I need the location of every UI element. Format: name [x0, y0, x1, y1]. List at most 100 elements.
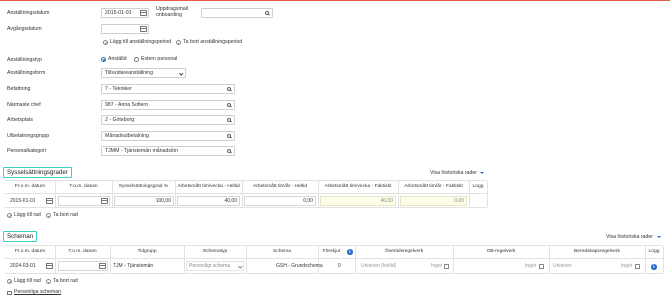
narmaste-chef-value: 987 - Anna Sofiero: [105, 102, 148, 108]
lagg-till-period-button[interactable]: Lägg till anställningsperiod: [110, 39, 171, 46]
syssel-history-link[interactable]: Visa historiska rader: [430, 170, 477, 176]
search-icon[interactable]: [265, 10, 269, 15]
arbetsplats-label: Arbetsplats: [7, 117, 33, 123]
search-icon[interactable]: [227, 86, 231, 91]
syssel-remove-row-button[interactable]: Ta bort rad: [53, 212, 78, 219]
syssel-row-bottom-border: [5, 207, 487, 208]
scheman-col-from: Fr.o.m. datum: [14, 249, 46, 254]
scheman-row-schema: GSH - Grundschema: [276, 263, 323, 269]
col-divider: [175, 181, 176, 207]
scheman-col-schema: Schema: [273, 249, 291, 254]
scheman-title: Scheman: [3, 231, 38, 242]
info-icon[interactable]: i: [347, 249, 353, 255]
scheman-col-to: T.o.m. datum: [68, 249, 97, 254]
anstalld-radio[interactable]: [101, 57, 106, 62]
avgangsdatum-field[interactable]: [101, 24, 149, 34]
personalkategori-field[interactable]: TJMM - Tjänstemän månadslön: [101, 146, 235, 156]
ob-inget-checkbox[interactable]: [539, 264, 544, 269]
scheman-remove-row-button[interactable]: Ta bort rad: [53, 278, 78, 285]
scheman-history-link[interactable]: Visa historiska rader: [606, 234, 653, 240]
anstallningsdatum-field[interactable]: 2015-01-01: [101, 8, 149, 18]
arbetsplats-field[interactable]: 2 - Göteborg: [101, 115, 235, 125]
col-divider: [55, 181, 56, 207]
col-divider: [398, 181, 399, 207]
beredskap-inget-checkbox[interactable]: [635, 264, 640, 269]
syssel-header-bottom-border: [5, 193, 487, 194]
scheman-col-schematyp: Schematyp: [202, 249, 228, 254]
utbetalningsgrupp-field[interactable]: Månadsutbetalning: [101, 131, 235, 141]
scheman-row-to-field[interactable]: [58, 261, 108, 271]
search-icon[interactable]: [227, 117, 231, 122]
syssel-col-to: T.o.m. datum: [69, 184, 98, 189]
anstallningsform-label: Anställningsform: [7, 70, 46, 76]
ta-bort-period-button[interactable]: Ta bort anställningsperiod: [183, 39, 242, 46]
scheman-col-overtid: Övertidsregelverk: [384, 249, 424, 254]
scheman-col-logg: Logg: [648, 249, 660, 254]
befattning-label: Befattning: [7, 86, 31, 92]
syssel-row-vecka-heltid-value: 40,00: [224, 198, 237, 204]
scheman-row-overtid-value: Unionen (heltid): [361, 263, 397, 269]
remove-circle-icon[interactable]: [46, 279, 51, 284]
scheman-add-row-button[interactable]: Lägg till rad: [14, 278, 41, 285]
calendar-icon[interactable]: [101, 198, 108, 204]
syssel-add-row-button[interactable]: Lägg till rad: [14, 212, 41, 219]
syssel-row-grad-field[interactable]: 100,00: [114, 196, 174, 206]
caret-down-icon[interactable]: [480, 172, 484, 174]
personliga-scheman-link[interactable]: Personliga scheman: [14, 289, 61, 295]
calendar-icon[interactable]: [140, 10, 147, 16]
calendar-icon[interactable]: [46, 263, 53, 269]
calendar-icon[interactable]: [99, 263, 106, 269]
syssel-row-ar-faktiskt-field[interactable]: 0,00: [400, 196, 467, 206]
scheman-row-schematyp-select[interactable]: Personligt schema: [186, 261, 244, 271]
utbetalningsgrupp-value: Månadsutbetalning: [105, 133, 149, 139]
top-accent-line: [0, 0, 670, 1]
search-icon[interactable]: [227, 148, 231, 153]
anstallningsform-select[interactable]: Tillsvidareanställning: [101, 68, 186, 78]
extern-radio-label: Extern personal: [141, 56, 178, 62]
befattning-field[interactable]: 7 - Tekniker: [101, 84, 235, 94]
syssel-col-logg: Logg: [472, 184, 484, 189]
syssel-col-grad: Sysselsättningsgrad %: [118, 184, 169, 189]
anstallningstyp-label: Anställningstyp: [7, 57, 42, 63]
overtid-inget-checkbox[interactable]: [444, 264, 449, 269]
remove-circle-icon[interactable]: [176, 40, 181, 45]
info-icon[interactable]: i: [651, 264, 657, 270]
scheman-col-forskjut: Förskjut: [322, 249, 341, 254]
col-divider: [112, 181, 113, 207]
calendar-icon[interactable]: [140, 26, 147, 32]
personalkategori-label: Personalkategori: [7, 148, 46, 154]
syssel-row-from[interactable]: 2015-01-01: [10, 196, 36, 206]
search-icon[interactable]: [227, 102, 231, 107]
scheman-row-ob-inget: Inget: [525, 263, 537, 269]
anstallningsdatum-value: 2015-01-01: [105, 10, 132, 16]
col-divider: [663, 246, 664, 273]
caret-down-icon[interactable]: [657, 236, 661, 238]
scheman-row-tidgrupp: TJM - Tjänstemän: [113, 263, 154, 269]
syssel-row-to-field[interactable]: [58, 196, 110, 206]
remove-circle-icon[interactable]: [46, 213, 51, 218]
befattning-value: 7 - Tekniker: [105, 86, 132, 92]
scheman-row-bottom-border: [5, 273, 663, 274]
syssel-col-vecka-faktiskt: Arbetsmått tim/vecka - Faktiskt: [324, 184, 392, 189]
extern-radio[interactable]: [134, 57, 139, 62]
add-circle-icon[interactable]: [7, 279, 12, 284]
add-circle-icon[interactable]: [7, 213, 12, 218]
scheman-row-beredskap-inget: Inget: [621, 263, 633, 269]
scheman-row-schematyp-value: Personligt schema: [189, 263, 231, 269]
calendar-icon[interactable]: [46, 198, 53, 204]
syssel-row-vecka-faktiskt-field[interactable]: 40,00: [320, 196, 396, 206]
anstallningsform-value: Tillsvidareanställning: [105, 70, 153, 76]
scheman-row-overtid-inget: Inget: [431, 263, 443, 269]
syssel-row-vecka-heltid-field[interactable]: 40,00: [177, 196, 240, 206]
col-divider: [242, 181, 243, 207]
uppdragsmail-search-field[interactable]: [201, 8, 273, 18]
syssel-col-from: Fr.o.m. datum: [14, 184, 46, 189]
search-icon[interactable]: [227, 133, 231, 138]
add-circle-icon[interactable]: [103, 40, 108, 45]
narmaste-chef-field[interactable]: 987 - Anna Sofiero: [101, 100, 235, 110]
scheman-row-from[interactable]: 2024-03-01: [10, 261, 36, 271]
syssel-row-ar-heltid-field[interactable]: 0,00: [244, 196, 316, 206]
col-divider: [645, 246, 646, 273]
utbetalningsgrupp-label: Utbetalningsgrupp: [7, 133, 50, 139]
col-divider: [246, 246, 247, 273]
